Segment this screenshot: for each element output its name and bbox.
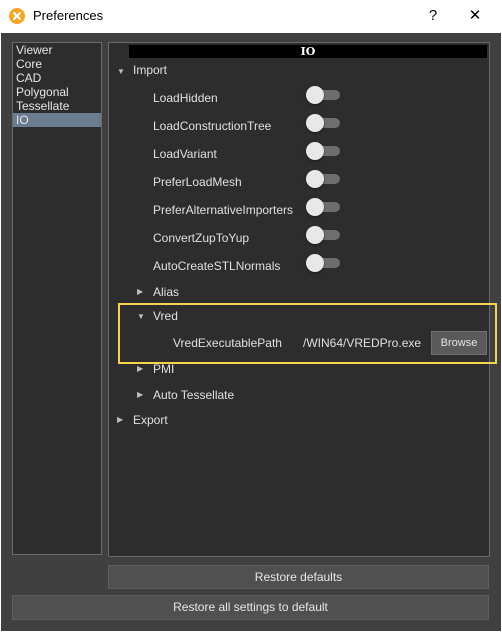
close-button[interactable]: ✕ (462, 4, 488, 28)
vred-path-field[interactable]: /WIN64/VREDPro.exe (303, 336, 421, 350)
caret-right-icon[interactable]: ▶ (137, 364, 143, 373)
caret-down-icon[interactable]: ▼ (137, 312, 145, 321)
category-item-core[interactable]: Core (13, 57, 101, 71)
category-item-cad[interactable]: CAD (13, 71, 101, 85)
restore-defaults-button[interactable]: Restore defaults (108, 565, 489, 589)
option-label: AutoCreateSTLNormals (153, 259, 281, 273)
caret-right-icon[interactable]: ▶ (137, 390, 143, 399)
tree-group-import[interactable]: Import (133, 60, 167, 80)
help-button[interactable]: ? (420, 4, 446, 28)
option-label: LoadHidden (153, 91, 218, 105)
tree-group-pmi[interactable]: PMI (153, 359, 174, 379)
toggle-switch[interactable] (306, 114, 342, 132)
option-label: ConvertZupToYup (153, 231, 250, 245)
toggle-knob (306, 254, 324, 272)
toggle-switch[interactable] (306, 170, 342, 188)
window-title: Preferences (33, 8, 104, 23)
toggle-switch[interactable] (306, 198, 342, 216)
toggle-switch[interactable] (306, 226, 342, 244)
toggle-switch[interactable] (306, 142, 342, 160)
toggle-knob (306, 142, 324, 160)
panel-header: IO (129, 45, 487, 58)
option-label: PreferLoadMesh (153, 175, 242, 189)
restore-all-button[interactable]: Restore all settings to default (12, 595, 489, 620)
tree-group-export[interactable]: Export (133, 410, 168, 430)
tree-group-vred[interactable]: Vred (153, 306, 178, 326)
toggle-knob (306, 86, 324, 104)
toggle-knob (306, 114, 324, 132)
app-logo-icon (9, 8, 25, 24)
browse-button[interactable]: Browse (431, 331, 487, 355)
category-item-io[interactable]: IO (13, 113, 101, 127)
caret-right-icon[interactable]: ▶ (117, 415, 123, 424)
category-list[interactable]: Viewer Core CAD Polygonal Tessellate IO (12, 42, 102, 555)
toggle-switch[interactable] (306, 254, 342, 272)
title-bar: Preferences ? ✕ (0, 0, 502, 33)
toggle-switch[interactable] (306, 86, 342, 104)
tree-group-alias[interactable]: Alias (153, 282, 179, 302)
toggle-knob (306, 170, 324, 188)
option-label: PreferAlternativeImporters (153, 203, 294, 217)
category-item-tessellate[interactable]: Tessellate (13, 99, 101, 113)
category-item-polygonal[interactable]: Polygonal (13, 85, 101, 99)
toggle-knob (306, 198, 324, 216)
caret-right-icon[interactable]: ▶ (137, 287, 143, 296)
tree-group-auto-tessellate[interactable]: Auto Tessellate (153, 385, 234, 405)
vred-path-label: VredExecutablePath (173, 336, 282, 350)
category-item-viewer[interactable]: Viewer (13, 43, 101, 57)
option-label: LoadConstructionTree (153, 119, 272, 133)
caret-down-icon[interactable]: ▼ (117, 67, 125, 76)
toggle-knob (306, 226, 324, 244)
option-label: LoadVariant (153, 147, 217, 161)
